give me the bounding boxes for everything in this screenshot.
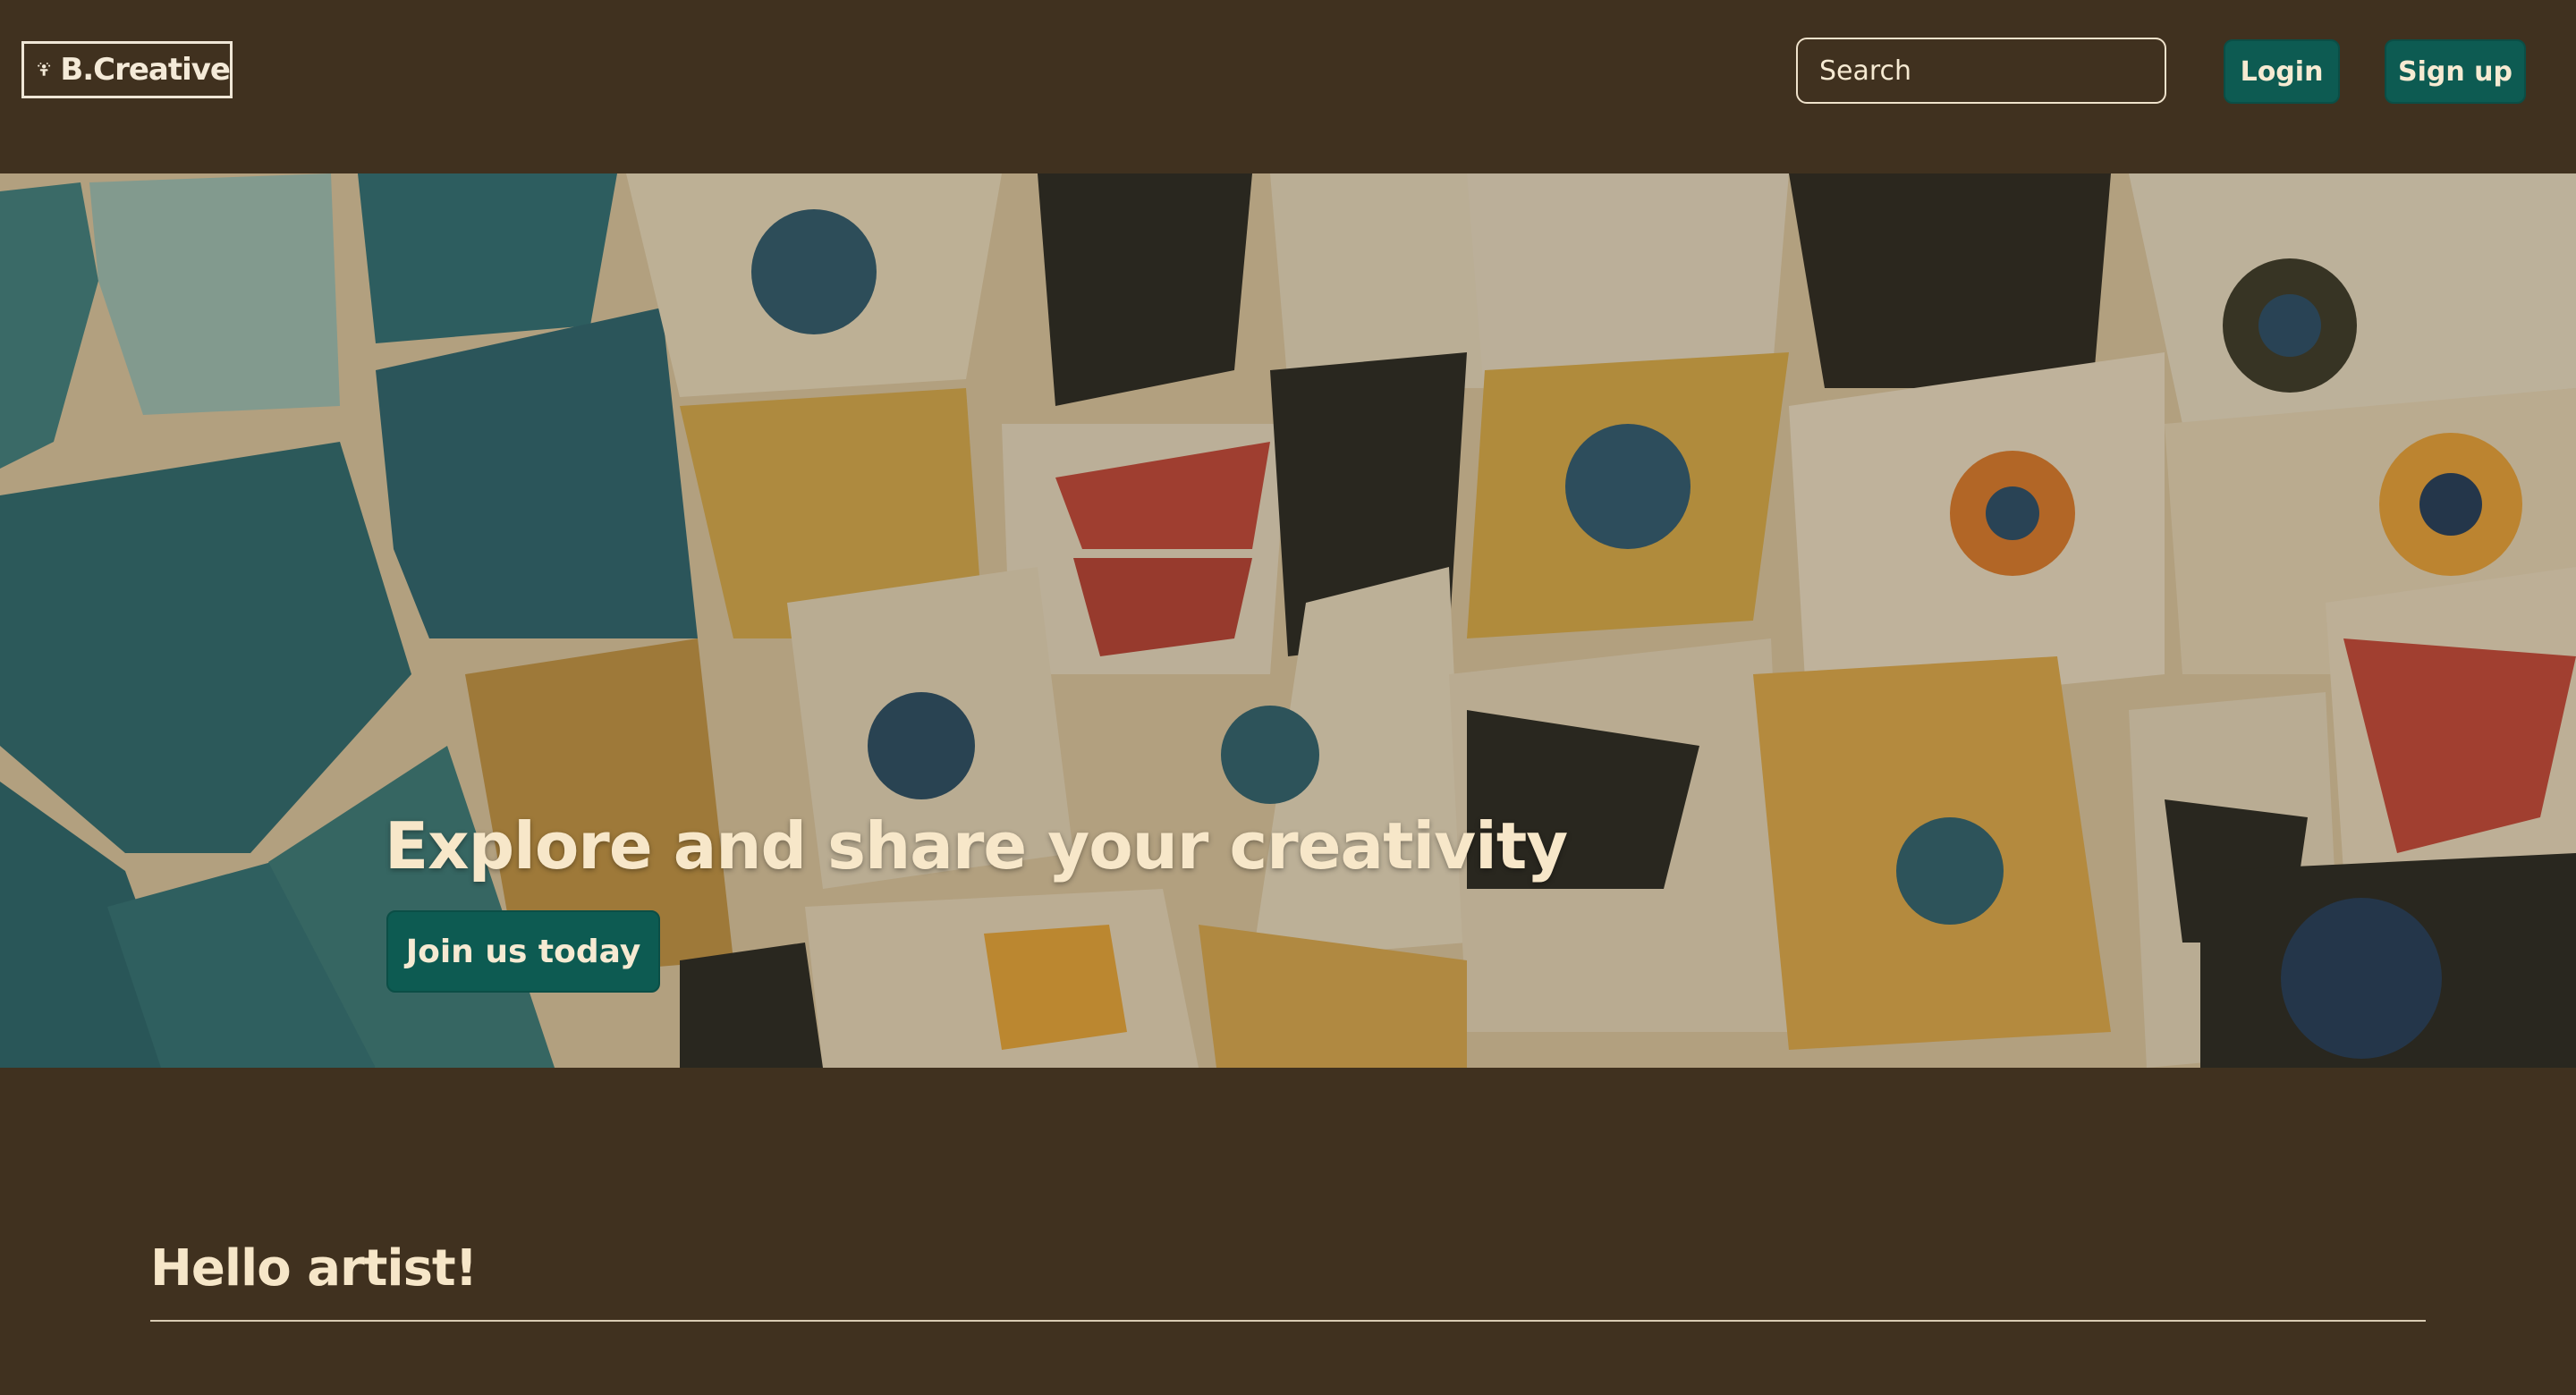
section-divider bbox=[150, 1320, 2426, 1322]
logo-person-icon bbox=[38, 63, 51, 76]
login-button[interactable]: Login bbox=[2224, 39, 2340, 104]
join-us-button[interactable]: Join us today bbox=[386, 910, 660, 993]
search-input[interactable] bbox=[1796, 38, 2166, 104]
hero-banner: Explore and share your creativity Join u… bbox=[0, 173, 2576, 1068]
hero-title: Explore and share your creativity bbox=[385, 808, 1568, 884]
logo-text: B.Creative bbox=[60, 52, 231, 88]
greeting-heading: Hello artist! bbox=[150, 1239, 478, 1298]
signup-button[interactable]: Sign up bbox=[2385, 39, 2526, 104]
site-header: B.Creative Login Sign up bbox=[0, 0, 2576, 173]
site-logo[interactable]: B.Creative bbox=[21, 41, 233, 98]
